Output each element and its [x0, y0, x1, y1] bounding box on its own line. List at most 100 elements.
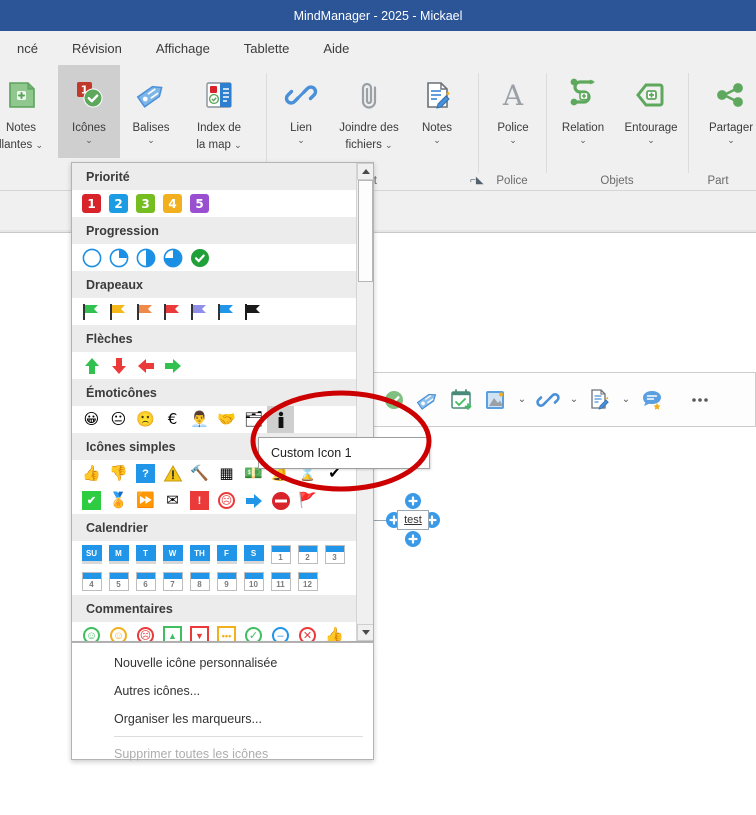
- scroll-up-button[interactable]: [357, 163, 373, 180]
- flag-orange-icon[interactable]: [132, 298, 159, 325]
- thumb-down-icon[interactable]: 👎: [105, 460, 132, 487]
- icon-markers-dropdown-panel[interactable]: Priorité 1 2 3 4 5 Progression Drapeaux Flèche…: [71, 162, 374, 642]
- gavel-icon[interactable]: 🔨: [186, 460, 213, 487]
- cal-m-icon[interactable]: M: [105, 541, 132, 568]
- priority-1-icon[interactable]: 1: [78, 190, 105, 217]
- frown-circle-icon[interactable]: ☹: [213, 487, 240, 514]
- cal-f-icon[interactable]: F: [213, 541, 240, 568]
- tag-icon[interactable]: [413, 382, 443, 418]
- smiley-happy-icon[interactable]: 😀: [78, 406, 105, 433]
- arrow-left-icon[interactable]: [132, 352, 159, 379]
- chevron-down-icon[interactable]: ⌄: [509, 136, 517, 145]
- custom-icon-1-icon[interactable]: [267, 406, 294, 433]
- progress-75-icon[interactable]: [159, 244, 186, 271]
- arrow-right-icon[interactable]: [159, 352, 186, 379]
- chevron-down-icon[interactable]: ⌄: [647, 136, 655, 145]
- cal-s-icon[interactable]: S: [240, 541, 267, 568]
- flag-yellow-icon[interactable]: [105, 298, 132, 325]
- cal-11-icon[interactable]: 11: [267, 568, 294, 595]
- cal-5-icon[interactable]: 5: [105, 568, 132, 595]
- comment-neutral-yellow-icon[interactable]: ☺: [105, 622, 132, 641]
- scrollbar-thumb[interactable]: [358, 180, 373, 282]
- chevron-down-icon[interactable]: ⌄: [567, 382, 581, 418]
- progress-0-icon[interactable]: [78, 244, 105, 271]
- comment-check-green-icon[interactable]: ✓: [240, 622, 267, 641]
- chevron-down-icon[interactable]: ⌄: [433, 136, 441, 145]
- org-chart-icon[interactable]: 🗂: [240, 406, 267, 433]
- flag-green-icon[interactable]: [78, 298, 105, 325]
- floating-format-toolbar[interactable]: ⌄ ⌄ ⌄: [370, 372, 756, 427]
- priority-4-icon[interactable]: 4: [159, 190, 186, 217]
- flag-black-icon[interactable]: [240, 298, 267, 325]
- ribbon-button-index-map[interactable]: Index de la map ⌄: [182, 65, 256, 158]
- chevron-down-icon[interactable]: ⌄: [297, 136, 305, 145]
- flag-blue-icon[interactable]: [213, 298, 240, 325]
- chevron-down-icon[interactable]: ⌄: [147, 136, 155, 145]
- priority-2-icon[interactable]: 2: [105, 190, 132, 217]
- chevron-down-icon[interactable]: ⌄: [727, 136, 735, 145]
- cal-8-icon[interactable]: 8: [186, 568, 213, 595]
- cal-12-icon[interactable]: 12: [294, 568, 321, 595]
- flag-red-icon[interactable]: [159, 298, 186, 325]
- tab-affichage[interactable]: Affichage: [139, 37, 227, 60]
- menu-item-nouvelle-icone-personnalisee[interactable]: Nouvelle icône personnalisée: [72, 649, 373, 677]
- cal-su-icon[interactable]: SU: [78, 541, 105, 568]
- comment-dots-yellow-icon[interactable]: •••: [213, 622, 240, 641]
- chevron-down-icon[interactable]: ⌄: [579, 136, 587, 145]
- cal-4-icon[interactable]: 4: [78, 568, 105, 595]
- menu-item-autres-icones[interactable]: Autres icônes...: [72, 677, 373, 705]
- chevron-down-icon[interactable]: ⌄: [515, 382, 529, 418]
- hyperlink-icon[interactable]: [533, 382, 563, 418]
- cal-2-icon[interactable]: 2: [294, 541, 321, 568]
- envelope-icon[interactable]: ✉: [159, 487, 186, 514]
- arrow-up-icon[interactable]: [78, 352, 105, 379]
- smiley-sad-icon[interactable]: 🙁: [132, 406, 159, 433]
- comment-cross-red-icon[interactable]: ✕: [294, 622, 321, 641]
- progress-25-icon[interactable]: [105, 244, 132, 271]
- cal-t-icon[interactable]: T: [132, 541, 159, 568]
- task-check-icon[interactable]: [379, 382, 409, 418]
- cal-w-icon[interactable]: W: [159, 541, 186, 568]
- question-icon[interactable]: ?: [132, 460, 159, 487]
- euro-coin-icon[interactable]: €: [159, 406, 186, 433]
- flag-back-red-icon[interactable]: 🚩: [294, 487, 321, 514]
- comment-thumb-up-icon[interactable]: 👍: [321, 622, 348, 642]
- icon-panel-context-menu[interactable]: Nouvelle icône personnalisée Autres icôn…: [71, 642, 374, 761]
- comment-sad-red-icon[interactable]: ☹: [132, 622, 159, 641]
- checkbox-checked-icon[interactable]: ✔: [78, 487, 105, 514]
- progress-50-icon[interactable]: [132, 244, 159, 271]
- progress-100-icon[interactable]: [186, 244, 213, 271]
- smiley-neutral-icon[interactable]: 😐: [105, 406, 132, 433]
- icon-panel-scrollbar[interactable]: [356, 163, 373, 641]
- ribbon-button-partager[interactable]: Partager ⌄: [694, 65, 756, 158]
- no-entry-icon[interactable]: [267, 487, 294, 514]
- tab-revision[interactable]: Révision: [55, 37, 139, 60]
- cal-10-icon[interactable]: 10: [240, 568, 267, 595]
- comment-up-green-icon[interactable]: ▲: [159, 622, 186, 641]
- chevron-down-icon[interactable]: ⌄: [385, 140, 393, 150]
- chevron-down-icon[interactable]: ⌄: [619, 382, 633, 418]
- comment-minus-blue-icon[interactable]: –: [267, 622, 294, 641]
- image-icon[interactable]: [481, 382, 511, 418]
- map-topic-test[interactable]: test: [385, 492, 441, 548]
- scroll-down-button[interactable]: [357, 624, 373, 641]
- spreadsheet-icon[interactable]: ▦: [213, 460, 240, 487]
- ribbon-button-police[interactable]: A Police ⌄: [482, 65, 544, 158]
- comment-smile-green-icon[interactable]: ☺: [78, 622, 105, 641]
- arrow-right-blue-icon[interactable]: [240, 487, 267, 514]
- handshake-blue-icon[interactable]: 🤝: [213, 406, 240, 433]
- cal-3-icon[interactable]: 3: [321, 541, 348, 568]
- map-topic-box[interactable]: test: [397, 510, 429, 530]
- warning-icon[interactable]: [159, 460, 186, 487]
- ribbon-button-entourage[interactable]: Entourage ⌄: [614, 65, 688, 158]
- ribbon-button-icones[interactable]: 1 Icônes ⌄: [58, 65, 120, 158]
- tab-tablette[interactable]: Tablette: [227, 37, 307, 60]
- calendar-task-icon[interactable]: [447, 382, 477, 418]
- menu-item-organiser-les-marqueurs[interactable]: Organiser les marqueurs...: [72, 705, 373, 733]
- priority-3-icon[interactable]: 3: [132, 190, 159, 217]
- thumb-up-icon[interactable]: 👍: [78, 460, 105, 487]
- comment-icon[interactable]: [637, 382, 667, 418]
- ribbon-button-lien[interactable]: Lien ⌄: [270, 65, 332, 158]
- chevron-down-icon[interactable]: ⌄: [234, 140, 242, 150]
- exclamation-icon[interactable]: !: [186, 487, 213, 514]
